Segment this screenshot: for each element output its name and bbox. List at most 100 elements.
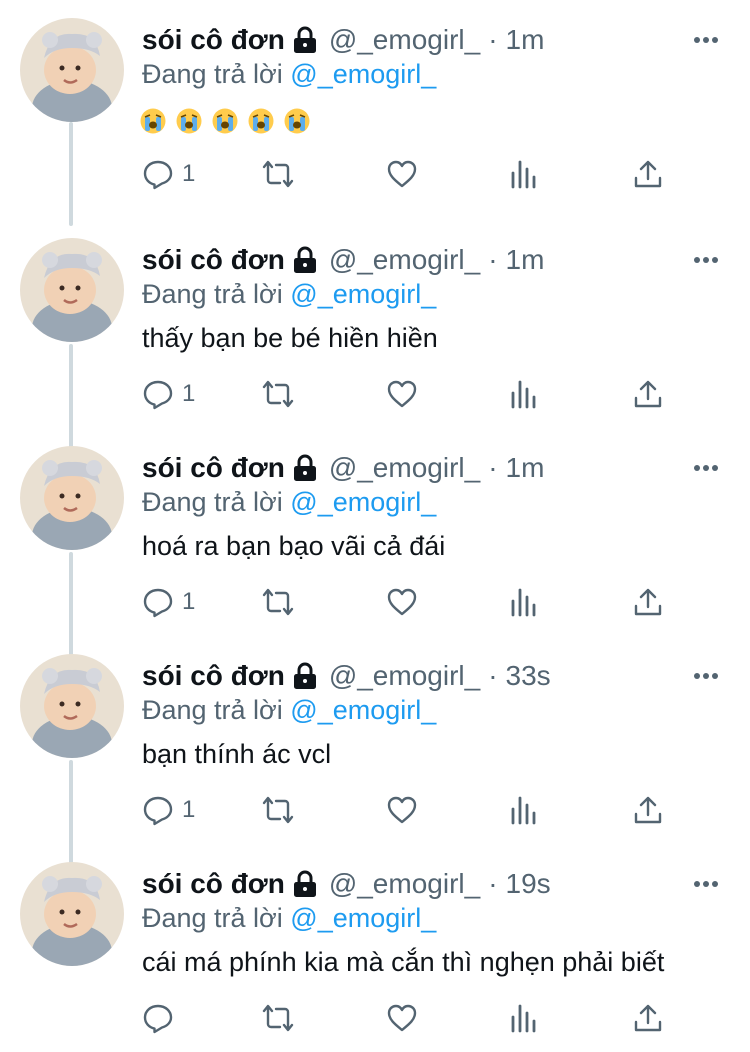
separator-dot: · [488,24,498,55]
replying-to-label: Đang trả lời [142,487,283,517]
timestamp[interactable]: 33s [506,658,551,694]
retweet-button[interactable] [262,998,294,1038]
timestamp[interactable]: 1m [506,450,545,486]
reply-button[interactable]: 1 [142,374,195,414]
more-options-icon[interactable] [692,664,720,688]
view-analytics-button[interactable] [508,582,540,622]
view-analytics-button[interactable] [508,998,540,1038]
like-button[interactable] [386,790,418,830]
reply-icon [143,160,173,190]
mention-link[interactable]: @_emogirl_ [290,487,436,517]
timestamp[interactable]: 1m [506,22,545,58]
more-options-icon[interactable] [692,456,720,480]
display-name[interactable]: sói cô đơn [142,242,285,278]
tweet-actions: 1 [142,154,702,194]
username-handle[interactable]: @_emogirl_ [329,450,480,486]
username-handle[interactable]: @_emogirl_ [329,22,480,58]
tweet-text: bạn thính ác vcl [142,739,332,769]
replying-to-line: Đang trả lời @_emogirl_ [142,901,436,935]
avatar[interactable] [20,238,124,342]
view-analytics-button[interactable] [508,374,540,414]
mention-link[interactable]: @_emogirl_ [290,59,436,89]
tweet-actions: 1 [142,790,702,830]
separator-dot: · [488,452,498,483]
avatar[interactable] [20,446,124,550]
mention-link[interactable]: @_emogirl_ [290,279,436,309]
tweet[interactable]: sói cô đơn @_emogirl_ · 1m Đang trả lời … [0,124,750,448]
share-button[interactable] [632,582,664,622]
retweet-button[interactable] [262,582,294,622]
display-name[interactable]: sói cô đơn [142,450,285,486]
reply-count: 1 [182,588,196,615]
tweet-actions [142,998,702,1038]
avatar[interactable] [20,654,124,758]
lock-icon [293,454,316,481]
display-name[interactable]: sói cô đơn [142,658,285,694]
avatar[interactable] [20,862,124,966]
display-name[interactable]: sói cô đơn [142,866,285,902]
avatar[interactable] [20,18,124,122]
reply-icon [143,1004,173,1034]
lock-icon [293,870,316,897]
separator-dot: · [488,660,498,691]
mention-link[interactable]: @_emogirl_ [290,903,436,933]
analytics-icon [511,1004,536,1033]
like-button[interactable] [386,154,418,194]
tweet-text: cái má phính kia mà cắn thì nghẹn phải b… [142,947,665,977]
reply-button[interactable]: 1 [142,154,195,194]
replying-to-label: Đang trả lời [142,695,283,725]
tweet[interactable]: sói cô đơn @_emogirl_ · 1m Đang trả lời … [0,428,750,656]
like-button[interactable] [386,582,418,622]
share-button[interactable] [632,154,664,194]
tweet-emoji-content [140,108,310,134]
retweet-icon [262,1004,294,1032]
tweet-actions: 1 [142,582,702,622]
replying-to-label: Đang trả lời [142,279,283,309]
reply-button[interactable]: 1 [142,790,195,830]
reply-button[interactable]: 1 [142,582,195,622]
retweet-button[interactable] [262,154,294,194]
share-button[interactable] [632,790,664,830]
tweet-text: hoá ra bạn bạo vãi cả đái [142,531,446,561]
lock-icon [293,662,316,689]
like-button[interactable] [386,998,418,1038]
retweet-button[interactable] [262,790,294,830]
more-options-icon[interactable] [692,872,720,896]
view-analytics-button[interactable] [508,790,540,830]
replying-to-label: Đang trả lời [142,59,283,89]
loudly-crying-face-icon [140,108,166,134]
reply-count: 1 [182,380,196,407]
loudly-crying-face-icon [248,108,274,134]
tweet[interactable]: sói cô đơn @_emogirl_ · 19s Đang trả lời… [0,844,750,1052]
replying-to-line: Đang trả lời @_emogirl_ [142,277,436,311]
username-handle[interactable]: @_emogirl_ [329,866,480,902]
tweet[interactable]: sói cô đơn @_emogirl_ · 33s Đang trả lời… [0,636,750,864]
retweet-button[interactable] [262,374,294,414]
analytics-icon [511,796,536,825]
timestamp[interactable]: 1m [506,242,545,278]
username-handle[interactable]: @_emogirl_ [329,658,480,694]
mention-link[interactable]: @_emogirl_ [290,695,436,725]
share-icon [634,380,662,408]
more-options-icon[interactable] [692,28,720,52]
share-icon [634,588,662,616]
view-analytics-button[interactable] [508,154,540,194]
separator-dot: · [488,244,498,275]
share-button[interactable] [632,374,664,414]
reply-count: 1 [182,796,196,823]
like-button[interactable] [386,374,418,414]
thread-connector-line [69,124,73,220]
tweet[interactable]: sói cô đơn @_emogirl_ · 1m Đang trả lời … [0,0,750,226]
share-button[interactable] [632,998,664,1038]
timestamp[interactable]: 19s [506,866,551,902]
reply-button[interactable] [142,998,182,1038]
heart-icon [387,588,417,616]
replying-to-line: Đang trả lời @_emogirl_ [142,693,436,727]
reply-icon [143,588,173,618]
more-options-icon[interactable] [692,248,720,272]
loudly-crying-face-icon [176,108,202,134]
display-name[interactable]: sói cô đơn [142,22,285,58]
share-icon [634,796,662,824]
separator-dot: · [488,868,498,899]
username-handle[interactable]: @_emogirl_ [329,242,480,278]
